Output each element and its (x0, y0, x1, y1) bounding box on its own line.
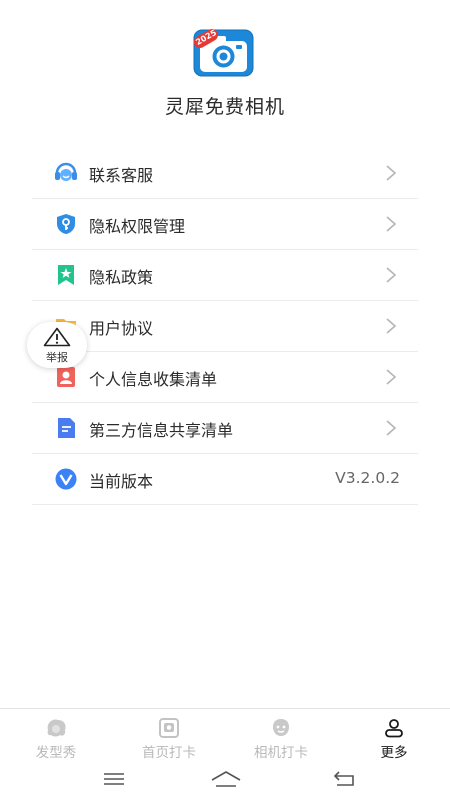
person-icon (382, 718, 406, 738)
bookmark-star-icon (54, 264, 78, 286)
menu-item-privacy-permissions[interactable]: 隐私权限管理 (32, 199, 418, 250)
menu-icon[interactable] (101, 770, 127, 788)
version-value: V3.2.0.2 (335, 469, 400, 487)
menu-item-label: 个人信息收集清单 (89, 370, 218, 389)
chevron-right-icon (384, 215, 398, 233)
system-nav-bar (0, 760, 450, 800)
face-icon (269, 718, 293, 738)
tab-camera-checkin[interactable]: 相机打卡 (226, 709, 336, 761)
tab-label: 相机打卡 (254, 745, 308, 761)
hairstyle-icon (44, 718, 68, 738)
settings-menu: 联系客服 隐私权限管理 隐私政策 用户协议 个人信息收集清单 第三方信息共享清单… (32, 148, 418, 505)
bottom-tab-bar: 发型秀 首页打卡 相机打卡 更多 (0, 708, 450, 761)
menu-item-contact-support[interactable]: 联系客服 (32, 148, 418, 199)
tab-label: 更多 (380, 745, 408, 761)
menu-item-label: 当前版本 (89, 472, 154, 491)
tab-more[interactable]: 更多 (339, 709, 449, 761)
headset-icon (54, 162, 78, 184)
tab-label: 发型秀 (35, 745, 77, 761)
back-icon[interactable] (331, 770, 357, 788)
report-button[interactable]: 举报 (27, 322, 87, 368)
person-card-icon (54, 366, 78, 388)
document-icon (54, 417, 78, 439)
menu-item-current-version: 当前版本 V3.2.0.2 (32, 454, 418, 505)
menu-item-label: 联系客服 (89, 166, 154, 185)
app-name: 灵犀免费相机 (164, 96, 285, 118)
version-v-icon (54, 468, 78, 490)
chevron-right-icon (384, 368, 398, 386)
menu-item-label: 第三方信息共享清单 (89, 421, 234, 440)
camera-frame-icon (157, 718, 181, 738)
chevron-right-icon (384, 164, 398, 182)
report-label: 举报 (46, 351, 68, 364)
chevron-right-icon (384, 317, 398, 335)
warning-triangle-icon (43, 327, 71, 347)
menu-item-third-party-sharing[interactable]: 第三方信息共享清单 (32, 403, 418, 454)
shield-key-icon (54, 213, 78, 235)
menu-item-label: 用户协议 (89, 319, 154, 338)
tab-home-checkin[interactable]: 首页打卡 (114, 709, 224, 761)
menu-item-label: 隐私政策 (89, 268, 154, 287)
tab-hairstyle[interactable]: 发型秀 (1, 709, 111, 761)
menu-item-user-agreement[interactable]: 用户协议 (32, 301, 418, 352)
menu-item-personal-info-list[interactable]: 个人信息收集清单 (32, 352, 418, 403)
tab-label: 首页打卡 (142, 745, 196, 761)
app-logo: 2025 (192, 28, 255, 78)
home-icon[interactable] (210, 770, 242, 788)
chevron-right-icon (384, 266, 398, 284)
chevron-right-icon (384, 419, 398, 437)
menu-item-privacy-policy[interactable]: 隐私政策 (32, 250, 418, 301)
menu-item-label: 隐私权限管理 (89, 217, 186, 236)
